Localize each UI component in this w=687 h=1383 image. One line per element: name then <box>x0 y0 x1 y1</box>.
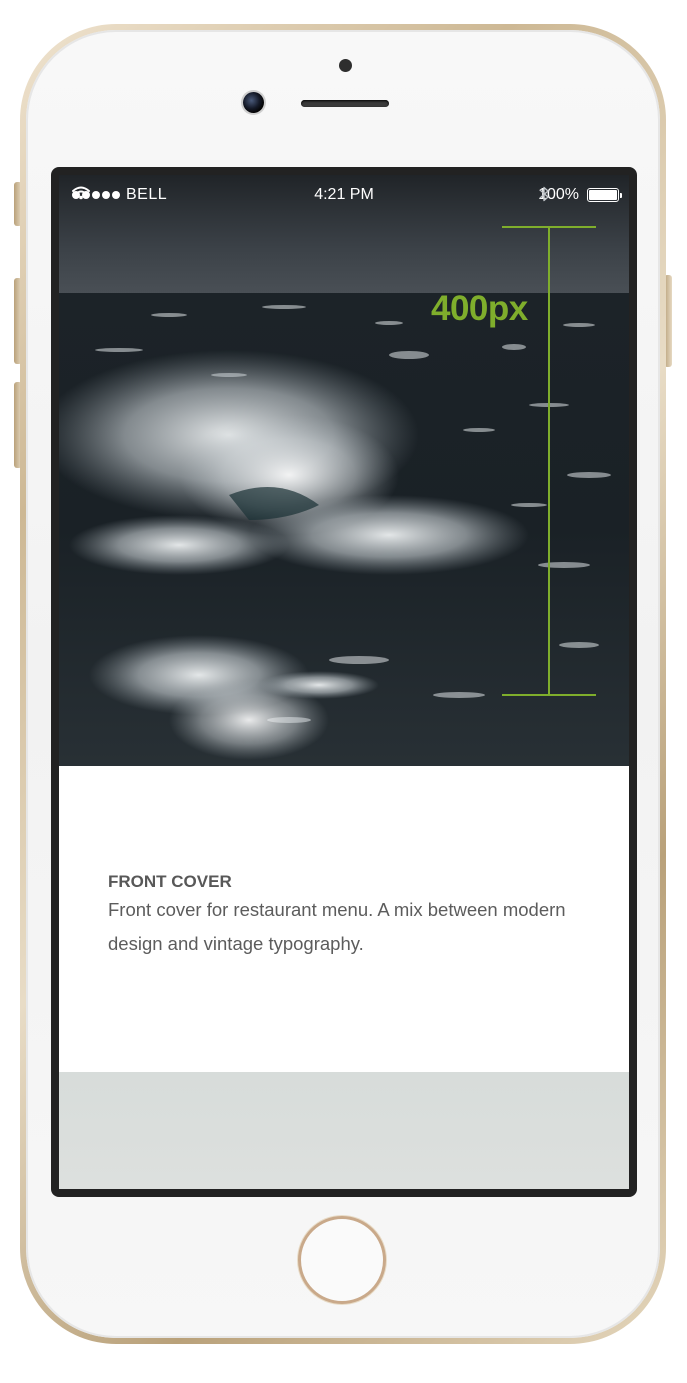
earpiece-speaker <box>301 100 389 107</box>
project-card: FRONT COVER Front cover for restaurant m… <box>59 766 629 1072</box>
project-title: FRONT COVER <box>108 872 232 891</box>
device-mockup: BELL 4:21 PM 100% 400px FRONT COVER Fron… <box>0 0 687 1383</box>
next-project-image <box>59 1072 629 1189</box>
dimension-label: 400px <box>431 289 528 328</box>
front-camera-icon <box>243 92 264 113</box>
phone-screen: BELL 4:21 PM 100% 400px FRONT COVER Fron… <box>59 175 629 1189</box>
home-button[interactable] <box>298 1216 386 1304</box>
hero-image: BELL 4:21 PM 100% 400px <box>59 175 629 766</box>
project-description: Front cover for restaurant menu. A mix b… <box>108 899 566 954</box>
proximity-sensor <box>339 59 352 72</box>
height-dimension-marker <box>502 226 596 696</box>
